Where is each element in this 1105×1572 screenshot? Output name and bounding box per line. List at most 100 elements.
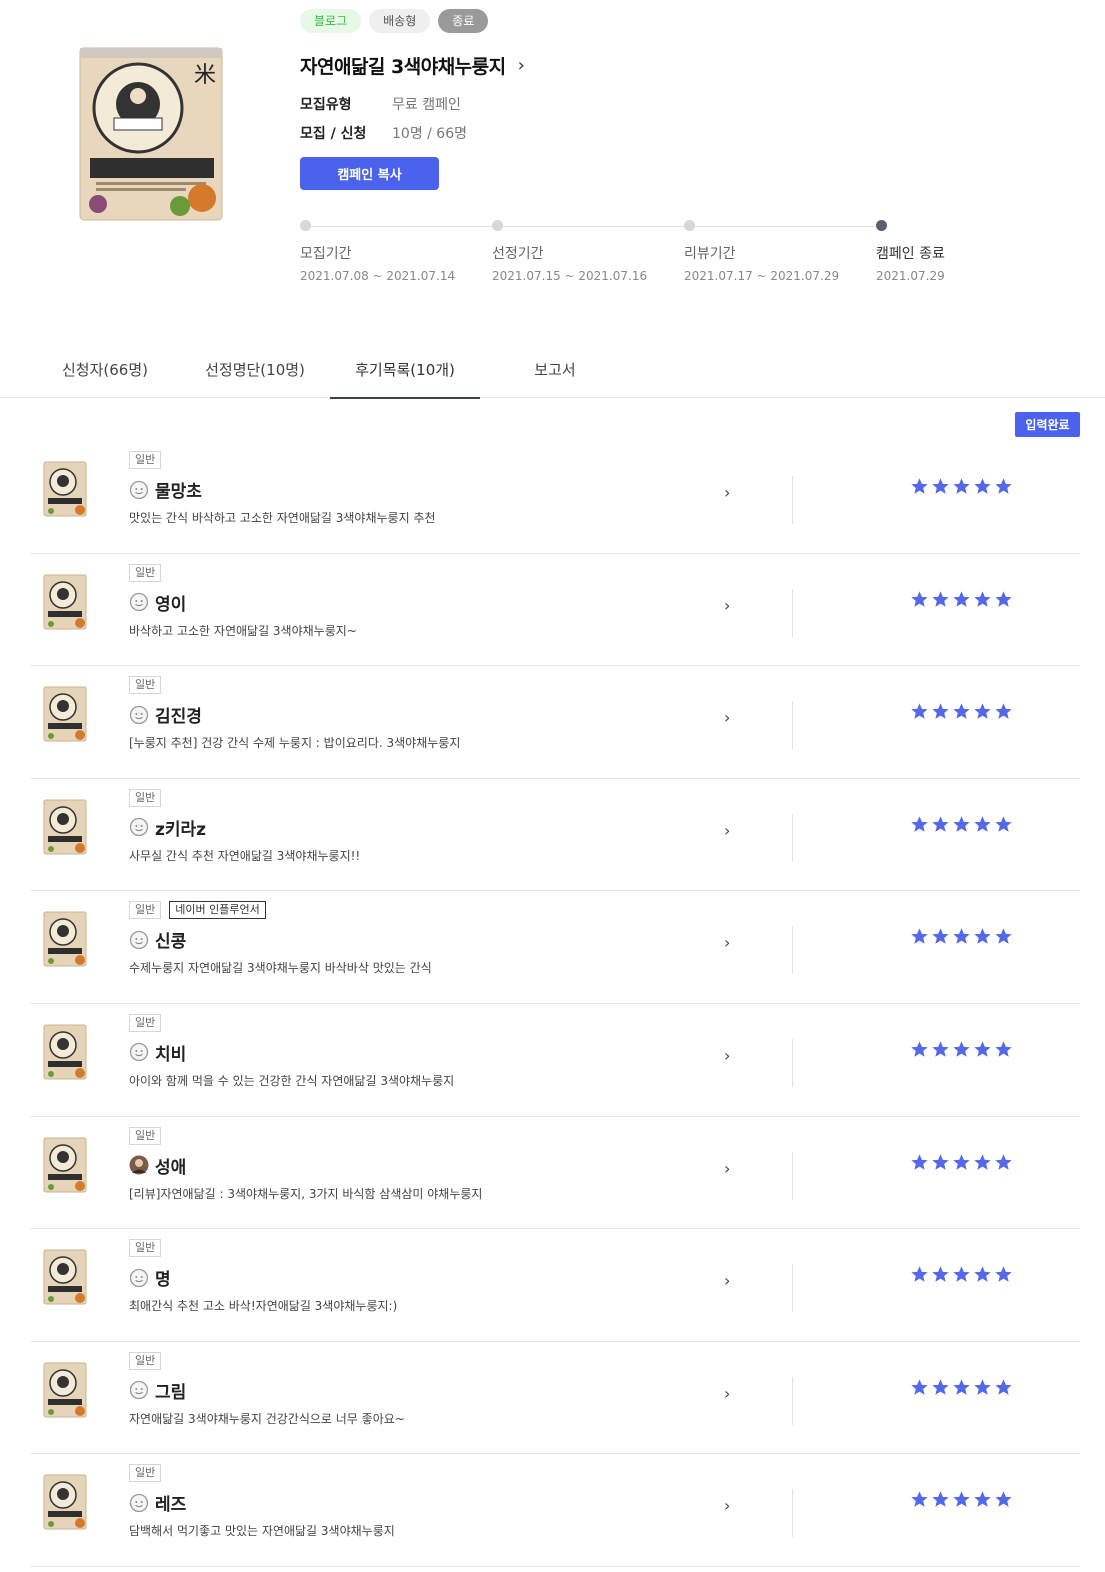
- general-tag: 일반: [129, 1351, 162, 1370]
- chevron-right-icon[interactable]: ›: [724, 596, 730, 615]
- row-divider: [792, 926, 793, 975]
- star-rating: [910, 815, 1013, 834]
- star-rating: [910, 702, 1013, 721]
- review-title: [리뷰]자연애닮길 : 3색야채누룽지, 3가지 바식함 삼색삼미 야채누룽지: [129, 1186, 483, 1201]
- star-icon: [932, 1491, 949, 1508]
- star-icon: [974, 1041, 991, 1057]
- reviewer: 성애: [129, 1153, 186, 1178]
- review-list: 일반 물망초 맛있는 간식 바삭하고 고소한 자연애닮길 3색야채누룽지 추천 › 일반…: [30, 441, 1080, 1567]
- star-icon: [911, 1491, 928, 1508]
- star-rating: [910, 1153, 1013, 1172]
- chevron-right-icon[interactable]: ›: [724, 1271, 730, 1290]
- star-icon: [953, 1266, 970, 1282]
- review-title: [누룽지 추천] 건강 간식 수제 누룽지 : 밥이요리다. 3색야채누룽지: [129, 736, 461, 751]
- star-rating: [910, 477, 1013, 496]
- review-tags: 일반: [129, 563, 162, 582]
- timeline-label: 캠페인 종료: [876, 246, 945, 262]
- row-divider: [792, 1489, 793, 1538]
- timeline-date: 2021.07.29: [876, 269, 945, 283]
- blog-badge: 블로그: [300, 9, 362, 33]
- review-tags: 일반: [129, 1464, 162, 1483]
- review-row[interactable]: 일반 명 최애간식 추천 고소 바삭!자연애닮길 3색야채누룽지:) ›: [30, 1229, 1080, 1342]
- review-row[interactable]: 일반성애 [리뷰]자연애닮길 : 3색야채누룽지, 3가지 바식함 삼색삼미 야채…: [30, 1117, 1080, 1230]
- timeline-step-review: 리뷰기간 2021.07.17 ~ 2021.07.29: [684, 220, 839, 283]
- review-row[interactable]: 일반 z키라z 사무실 간식 추천 자연애닮길 3색야채누룽지!! ›: [30, 779, 1080, 892]
- chevron-right-icon[interactable]: ›: [724, 1159, 730, 1178]
- review-row[interactable]: 일반 물망초 맛있는 간식 바삭하고 고소한 자연애닮길 3색야채누룽지 추천 ›: [30, 441, 1080, 554]
- timeline-step-end: 캠페인 종료 2021.07.29: [876, 220, 945, 283]
- general-tag: 일반: [129, 901, 162, 920]
- review-row[interactable]: 일반김진경 [누룽지 추천] 건강 간식 수제 누룽지 : 밥이요리다. 3색야채…: [30, 666, 1080, 779]
- star-rating: [910, 927, 1013, 946]
- timeline-label: 모집기간: [300, 246, 352, 262]
- review-row[interactable]: 일반 네이버 인플루언서 신콩 수제누룽지 자연애닮길 3색야채누룽지 바삭바삭 맛있…: [30, 891, 1080, 1004]
- review-tags: 일반: [129, 1013, 162, 1032]
- star-icon: [932, 703, 949, 719]
- chevron-right-icon[interactable]: ›: [518, 55, 525, 76]
- recruit-type-label: 모집유형: [300, 97, 352, 113]
- star-icon: [974, 1379, 991, 1395]
- review-row[interactable]: 일반 영이 바삭하고 고소한 자연애닮길 3색야채누룽지~ ›: [30, 554, 1080, 667]
- reviewer: 그림: [129, 1378, 186, 1403]
- profile-photo-avatar: [129, 1155, 149, 1175]
- star-icon: [974, 1153, 991, 1170]
- chevron-right-icon[interactable]: ›: [724, 1046, 730, 1065]
- recruit-type-row: 모집유형 무료 캠페인: [300, 94, 461, 114]
- svg-text:米: 米: [194, 63, 216, 88]
- recruit-apply-value: 10명 / 66명: [392, 126, 468, 142]
- copy-campaign-button[interactable]: 캠페인 복사: [300, 157, 439, 190]
- star-icon: [932, 1266, 949, 1282]
- reviewer-name: 명: [155, 1270, 171, 1291]
- default-avatar-icon: [129, 705, 149, 724]
- row-divider: [792, 476, 793, 524]
- review-title: 맛있는 간식 바삭하고 고소한 자연애닮길 3색야채누룽지 추천: [129, 511, 436, 525]
- tab-report[interactable]: 보고서: [480, 342, 630, 398]
- campaign-title-link[interactable]: 자연애닮길 3색야채누룽지 ›: [300, 52, 525, 79]
- review-product-thumbnail: [43, 1474, 87, 1530]
- delivery-badge: 배송형: [369, 9, 431, 33]
- review-row[interactable]: 일반 그림 자연애닮길 3색야채누룽지 건강간식으로 너무 좋아요~ ›: [30, 1342, 1080, 1455]
- chevron-right-icon[interactable]: ›: [724, 1384, 730, 1403]
- star-icon: [911, 816, 928, 832]
- review-product-thumbnail: [43, 911, 87, 967]
- star-icon: [932, 478, 949, 494]
- chevron-right-icon[interactable]: ›: [724, 933, 730, 952]
- tab-selected[interactable]: 선정명단(10명): [180, 342, 330, 398]
- timeline-step-recruit: 모집기간 2021.07.08 ~ 2021.07.14: [300, 220, 455, 283]
- star-icon: [974, 1491, 991, 1508]
- input-complete-button[interactable]: 입력완료: [1015, 412, 1080, 437]
- review-product-thumbnail: [43, 1137, 87, 1193]
- reviewer-name: 성애: [155, 1157, 187, 1178]
- review-row[interactable]: 일반치비아이와 함께 먹을 수 있는 건강한 간식 자연애닮길 3색야채누룽지 ›: [30, 1004, 1080, 1117]
- star-rating: [910, 1040, 1013, 1059]
- tab-applicants[interactable]: 신청자(66명): [30, 342, 180, 398]
- general-tag: 일반: [129, 676, 162, 695]
- review-row[interactable]: 일반 레즈 담백해서 먹기좋고 맛있는 자연애닮길 3색야채누룽지 ›: [30, 1454, 1080, 1567]
- star-icon: [974, 1266, 991, 1282]
- general-tag: 일반: [129, 451, 162, 469]
- reviewer: 치비: [129, 1040, 186, 1065]
- review-tags: 일반: [129, 1126, 162, 1145]
- star-icon: [953, 1491, 970, 1508]
- row-divider: [792, 1151, 793, 1200]
- product-image: 米: [79, 47, 223, 221]
- star-icon: [995, 1491, 1012, 1508]
- review-product-thumbnail: [43, 1249, 87, 1305]
- default-avatar-icon: [129, 930, 149, 950]
- star-rating: [910, 1265, 1013, 1284]
- review-tags: 일반: [129, 1239, 162, 1258]
- star-icon: [953, 1379, 970, 1395]
- chevron-right-icon[interactable]: ›: [724, 708, 730, 727]
- tab-reviews[interactable]: 후기목록(10개): [330, 342, 480, 399]
- chevron-right-icon[interactable]: ›: [724, 821, 730, 840]
- default-avatar-icon: [129, 1381, 149, 1400]
- timeline-dot: [300, 220, 311, 231]
- review-title: 아이와 함께 먹을 수 있는 건강한 간식 자연애닮길 3색야채누룽지: [129, 1073, 455, 1088]
- star-icon: [911, 478, 928, 494]
- review-product-thumbnail: [43, 799, 87, 855]
- reviewer: 영이: [129, 590, 186, 615]
- chevron-right-icon[interactable]: ›: [724, 483, 730, 502]
- general-tag: 일반: [129, 1013, 162, 1032]
- reviewer: 김진경: [129, 702, 202, 727]
- chevron-right-icon[interactable]: ›: [724, 1496, 730, 1515]
